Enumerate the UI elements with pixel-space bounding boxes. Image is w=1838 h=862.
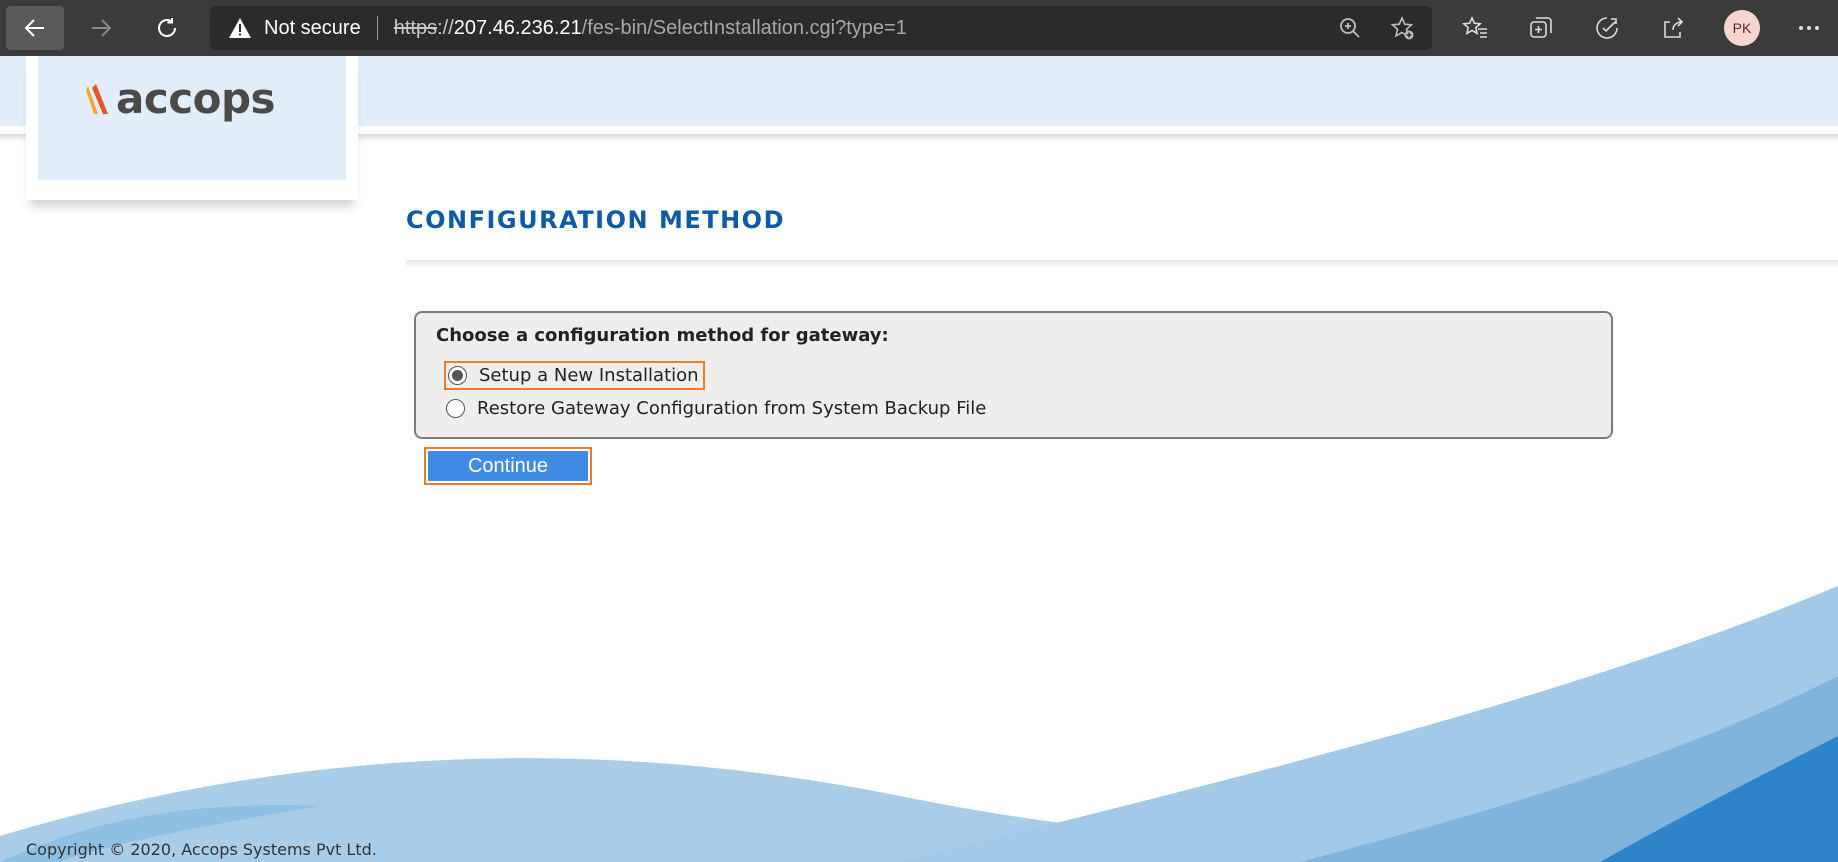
performance-icon[interactable] — [1594, 15, 1620, 41]
radio-new-installation[interactable] — [448, 366, 467, 385]
share-icon[interactable] — [1660, 15, 1686, 41]
configuration-method-panel: Choose a configuration method for gatewa… — [414, 311, 1613, 439]
favorites-icon[interactable] — [1462, 15, 1488, 41]
continue-button[interactable]: Continue — [428, 451, 588, 481]
back-button[interactable] — [6, 6, 64, 50]
forward-icon — [92, 19, 112, 37]
security-status-label[interactable]: Not secure — [264, 17, 361, 40]
title-divider — [406, 260, 1838, 268]
forward-button[interactable] — [72, 6, 130, 50]
add-favorite-icon[interactable] — [1390, 16, 1414, 40]
page-title: CONFIGURATION METHOD — [406, 206, 786, 234]
collections-icon[interactable] — [1528, 15, 1554, 41]
profile-avatar[interactable]: PK — [1724, 10, 1760, 46]
configuration-prompt: Choose a configuration method for gatewa… — [436, 325, 889, 346]
decorative-waves — [0, 586, 1838, 862]
continue-button-highlight: Continue — [424, 447, 592, 485]
url-text[interactable]: https://207.46.236.21/fes-bin/SelectInst… — [394, 17, 907, 40]
option-new-installation-label: Setup a New Installation — [479, 365, 699, 386]
address-bar[interactable]: Not secure https://207.46.236.21/fes-bin… — [210, 6, 1432, 50]
option-new-installation[interactable]: Setup a New Installation — [444, 361, 705, 390]
page-content: accops CONFIGURATION METHOD Choose a con… — [0, 56, 1838, 862]
address-divider — [376, 16, 378, 40]
browser-toolbar: Not secure https://207.46.236.21/fes-bin… — [0, 0, 1838, 56]
more-icon[interactable] — [1796, 15, 1822, 41]
option-restore-backup-label: Restore Gateway Configuration from Syste… — [477, 398, 987, 419]
reload-button[interactable] — [138, 6, 196, 50]
url-path: /fes-bin/SelectInstallation.cgi?type=1 — [581, 16, 907, 39]
accops-logo-icon — [86, 84, 108, 114]
back-icon — [24, 19, 44, 37]
copyright-text: Copyright © 2020, Accops Systems Pvt Ltd… — [26, 840, 377, 859]
url-host: 207.46.236.21 — [453, 16, 582, 39]
radio-restore-backup[interactable] — [446, 399, 465, 418]
accops-logo-text: accops — [116, 74, 276, 123]
warning-icon[interactable] — [228, 17, 252, 39]
option-restore-backup[interactable]: Restore Gateway Configuration from Syste… — [446, 398, 986, 419]
url-scheme: https — [393, 16, 438, 39]
zoom-icon[interactable] — [1338, 16, 1362, 40]
url-separator: :// — [437, 16, 454, 39]
reload-icon — [158, 18, 177, 37]
